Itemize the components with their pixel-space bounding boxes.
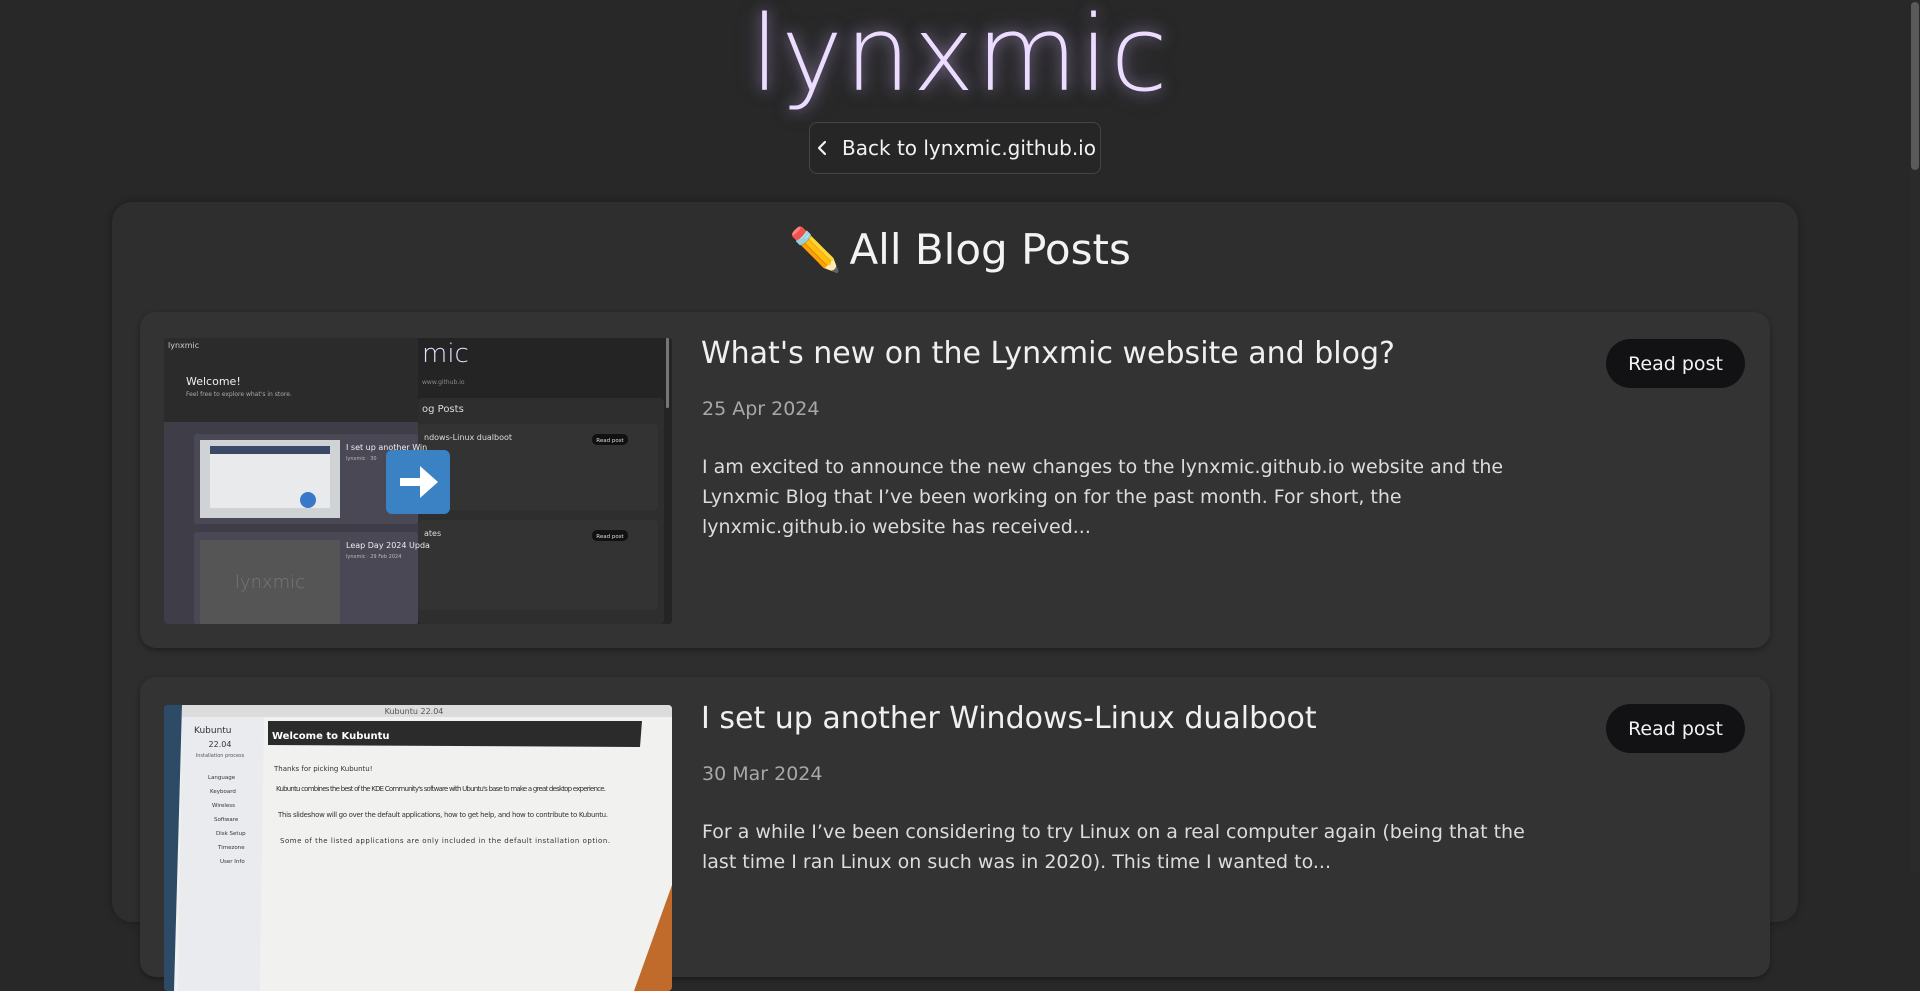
back-to-site-button[interactable]: Back to lynxmic.github.io <box>809 122 1101 174</box>
thumb-welcome-title-2: Welcome to Kubuntu <box>272 731 390 742</box>
scrollbar-thumb[interactable] <box>1911 2 1919 170</box>
thumb-step: Keyboard <box>210 789 236 795</box>
thumbnail-photo-image: Kubuntu 22.04 Kubuntu 22.04 Installation… <box>164 705 672 991</box>
thumb-window-title: Kubuntu 22.04 <box>385 707 444 716</box>
thumb-right-url: www.github.io <box>422 379 465 386</box>
thumb-welcome-p4: Some of the listed applications are only… <box>280 837 610 845</box>
thumb-card2-logo: lynxmic <box>235 572 305 593</box>
post-excerpt: For a while I’ve been considering to try… <box>702 821 1525 873</box>
read-post-button[interactable]: Read post <box>1606 704 1745 753</box>
page-title: ✏️ All Blog Posts <box>0 222 1920 278</box>
thumb-step: Wireless <box>212 803 235 809</box>
read-post-button[interactable]: Read post <box>1606 339 1745 388</box>
thumb-welcome-title: Welcome! <box>186 375 241 388</box>
thumb-step: Software <box>214 817 239 823</box>
thumb-step: Disk Setup <box>216 831 246 837</box>
post-title[interactable]: I set up another Windows-Linux dualboot <box>701 699 1317 739</box>
thumb-step: Language <box>208 775 236 781</box>
thumb-card2-title: Leap Day 2024 Upda <box>346 541 430 550</box>
thumb-right-item2: ates <box>424 529 441 538</box>
thumb-right-logo: mic <box>422 339 469 369</box>
thumb-welcome-p1: Thanks for picking Kubuntu! <box>273 765 373 773</box>
thumb-right-read2: Read post <box>596 534 624 540</box>
post-date: 30 Mar 2024 <box>702 763 823 785</box>
page-scrollbar[interactable] <box>1910 0 1920 872</box>
thumb-sidebar-sub: Installation process <box>196 753 245 759</box>
thumb-right-heading: og Posts <box>422 404 464 415</box>
chevron-left-icon <box>817 140 827 156</box>
post-card[interactable]: Kubuntu 22.04 Kubuntu 22.04 Installation… <box>140 677 1770 991</box>
site-logo: lynxmic <box>750 0 1170 115</box>
thumb-welcome-sub: Feel free to explore what's in store. <box>186 391 292 398</box>
thumb-left-logo: lynxmic <box>168 341 199 350</box>
page-title-text: All Blog Posts <box>849 225 1131 274</box>
post-date: 25 Apr 2024 <box>702 398 820 420</box>
thumb-card2-meta: lynxmic · 29 Feb 2024 <box>346 554 401 560</box>
thumbnail-screenshot-image: mic www.github.io og Posts ndows-Linux d… <box>164 338 672 624</box>
thumb-step: Timezone <box>217 845 245 851</box>
thumb-card1-meta: lynxmic · 30 <box>346 456 377 462</box>
thumb-welcome-p3: This slideshow will go over the default … <box>277 811 608 819</box>
thumb-sidebar-title: Kubuntu <box>194 726 232 736</box>
post-excerpt: I am excited to announce the new changes… <box>702 456 1504 538</box>
back-button-label: Back to lynxmic.github.io <box>842 136 1096 160</box>
pencil-icon: ✏️ <box>789 225 842 274</box>
thumb-welcome-p2: Kubuntu combines the best of the KDE Com… <box>276 785 606 793</box>
post-thumbnail[interactable]: Kubuntu 22.04 Kubuntu 22.04 Installation… <box>164 705 672 991</box>
post-card[interactable]: mic www.github.io og Posts ndows-Linux d… <box>140 312 1770 648</box>
thumb-right-item1: ndows-Linux dualboot <box>424 433 512 442</box>
thumb-sidebar-version: 22.04 <box>209 740 232 749</box>
post-title[interactable]: What's new on the Lynxmic website and bl… <box>701 334 1395 374</box>
post-thumbnail[interactable]: mic www.github.io og Posts ndows-Linux d… <box>164 338 672 624</box>
thumb-right-read1: Read post <box>596 438 624 444</box>
thumb-step: User Info <box>220 859 245 865</box>
